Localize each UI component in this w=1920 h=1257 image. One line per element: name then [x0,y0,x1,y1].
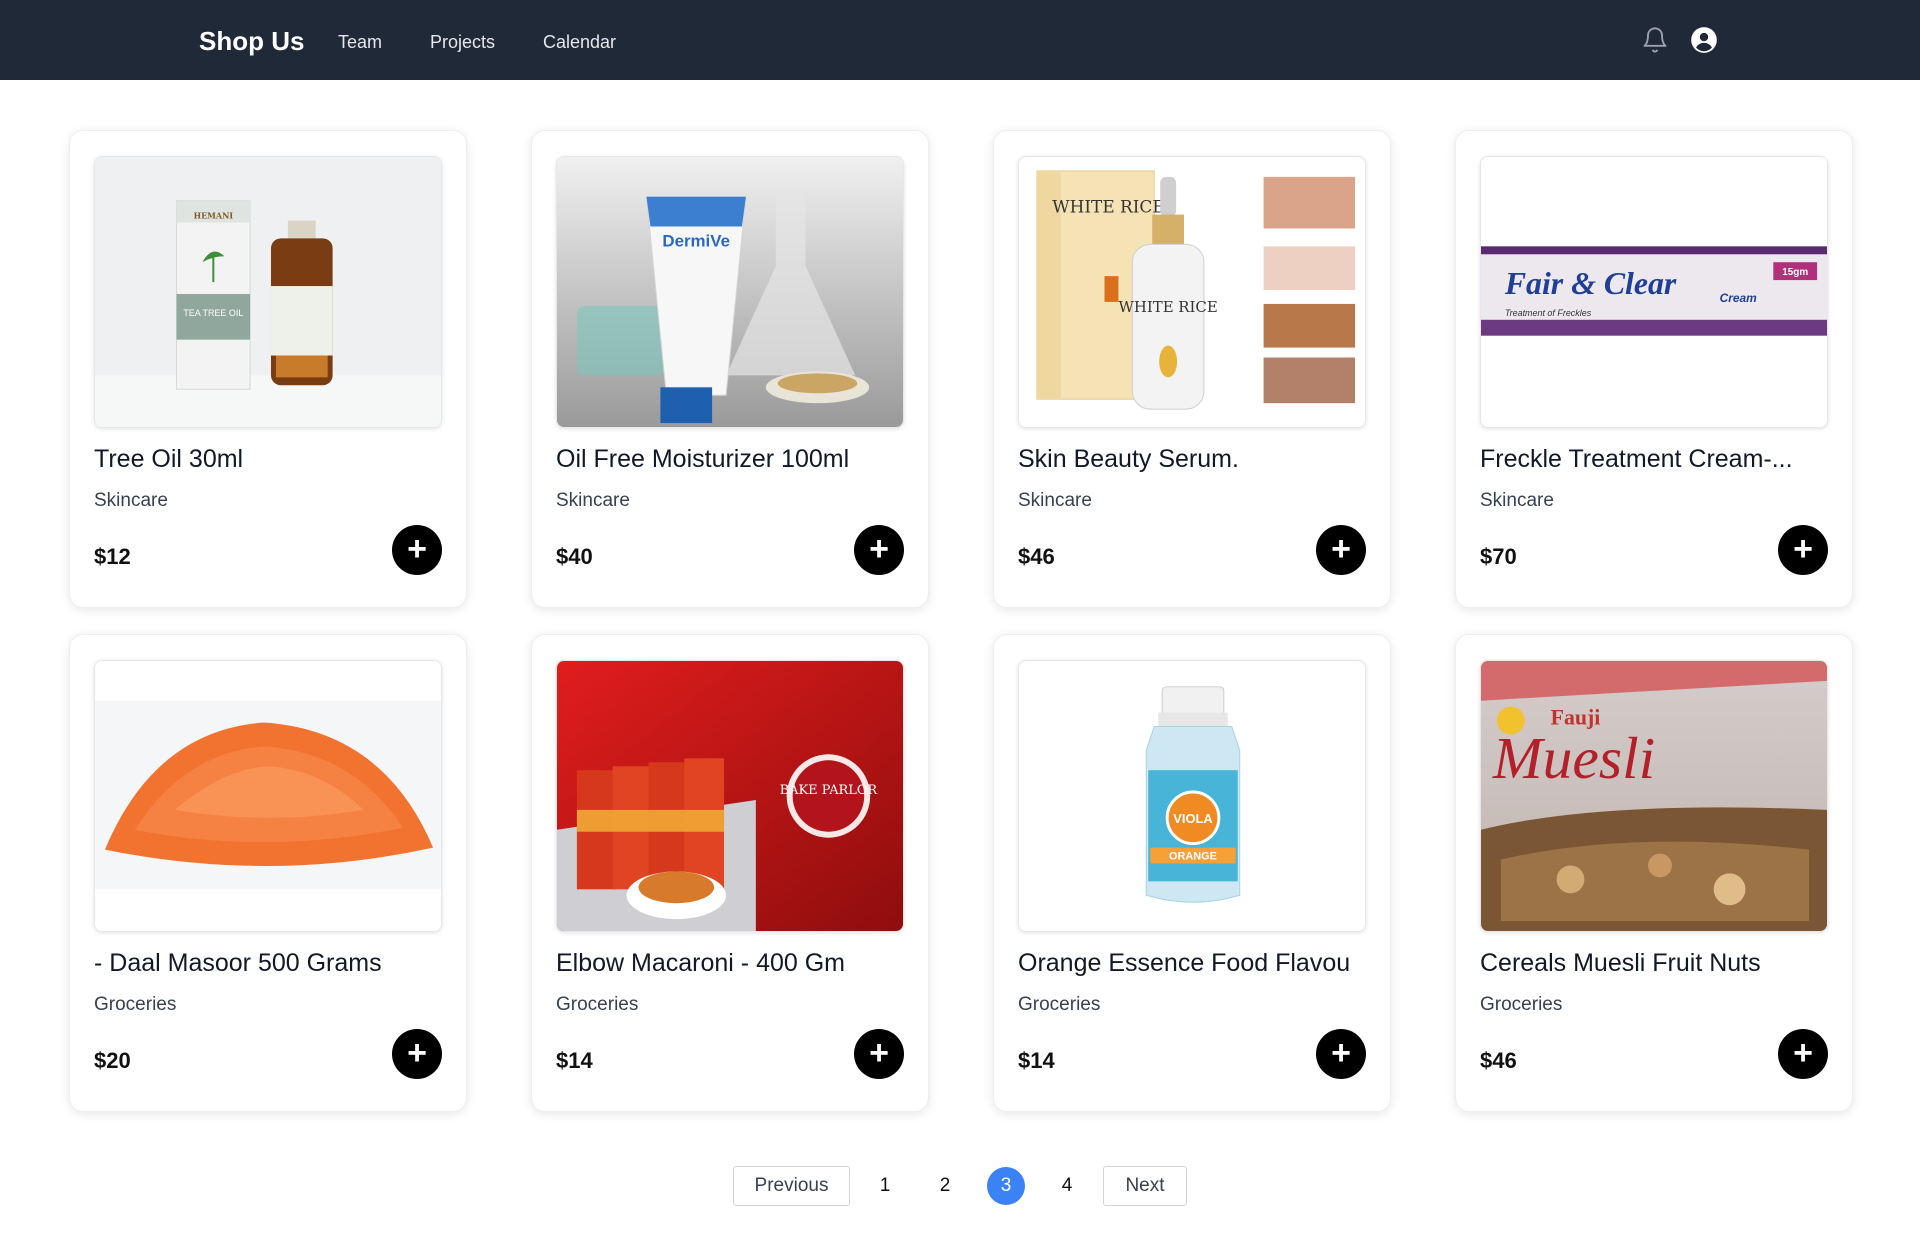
product-category: Skincare [1480,490,1554,511]
add-to-cart-button[interactable]: + [1316,1029,1366,1079]
product-title[interactable]: Elbow Macaroni - 400 Gm [556,947,906,979]
svg-text:WHITE RICE: WHITE RICE [1119,298,1218,316]
add-to-cart-button[interactable]: + [392,1029,442,1079]
svg-text:Muesli: Muesli [1492,725,1655,791]
product-card[interactable]: - Daal Masoor 500 Grams Groceries $20 + [69,634,467,1112]
product-price: $14 [1018,1048,1055,1073]
brand-logo[interactable]: Shop Us [199,24,304,58]
product-card[interactable]: WHITE RICE WHITE RICE Skin Beauty Serum.… [993,130,1391,608]
plus-icon: + [1331,529,1351,568]
product-price: $40 [556,544,593,569]
top-navbar: Shop Us Team Projects Calendar [0,0,1920,80]
product-card[interactable]: DermiVe Oil Free Moisturizer 100ml Skinc… [531,130,929,608]
product-card[interactable]: HEMANI TEA TREE OIL Tree Oil 30ml Skinca… [69,130,467,608]
product-image[interactable]: DermiVe [556,156,904,428]
product-title[interactable]: Oil Free Moisturizer 100ml [556,443,906,475]
add-to-cart-button[interactable]: + [854,1029,904,1079]
product-title[interactable]: Tree Oil 30ml [94,443,444,475]
product-category: Skincare [556,490,630,511]
plus-icon: + [407,1033,427,1072]
product-category: Groceries [556,994,639,1015]
product-image[interactable]: Fair & Clear Cream 15gm Treatment of Fre… [1480,156,1828,428]
page-1-link[interactable]: 1 [866,1167,904,1205]
product-image[interactable] [94,660,442,932]
pagination: Previous 1 2 3 4 Next [0,1166,1920,1208]
plus-icon: + [1793,1033,1813,1072]
product-price: $70 [1480,544,1517,569]
product-category: Groceries [1018,994,1101,1015]
product-category: Groceries [94,994,177,1015]
product-price: $14 [556,1048,593,1073]
add-to-cart-button[interactable]: + [1778,1029,1828,1079]
svg-text:HEMANI: HEMANI [194,212,234,221]
svg-text:WHITE RICE: WHITE RICE [1052,197,1164,217]
product-card[interactable]: BAKE PARLOR Elbow Macaroni - 400 Gm Groc… [531,634,929,1112]
next-page-button[interactable]: Next [1103,1166,1187,1206]
product-price: $12 [94,544,131,569]
product-category: Skincare [1018,490,1092,511]
product-category: Groceries [1480,994,1563,1015]
product-title[interactable]: Cereals Muesli Fruit Nuts [1480,947,1830,979]
nav-link-team[interactable]: Team [338,30,382,54]
product-card[interactable]: Fauji Muesli Cereals Muesli Fruit Nuts G… [1455,634,1853,1112]
svg-text:Cream: Cream [1720,291,1758,305]
add-to-cart-button[interactable]: + [1316,525,1366,575]
product-card[interactable]: Fair & Clear Cream 15gm Treatment of Fre… [1455,130,1853,608]
product-title[interactable]: Freckle Treatment Cream-... [1480,443,1830,475]
product-category: Skincare [94,490,168,511]
product-image[interactable]: WHITE RICE WHITE RICE [1018,156,1366,428]
add-to-cart-button[interactable]: + [854,525,904,575]
add-to-cart-button[interactable]: + [392,525,442,575]
product-title[interactable]: Skin Beauty Serum. [1018,443,1368,475]
user-circle-icon[interactable] [1690,26,1718,54]
product-title[interactable]: - Daal Masoor 500 Grams [94,947,444,979]
previous-page-button[interactable]: Previous [733,1166,850,1206]
svg-text:Treatment of Freckles: Treatment of Freckles [1505,308,1592,318]
svg-text:BAKE PARLOR: BAKE PARLOR [780,783,879,798]
product-grid: HEMANI TEA TREE OIL Tree Oil 30ml Skinca… [69,130,1853,1112]
product-title[interactable]: Orange Essence Food Flavou [1018,947,1368,979]
product-image[interactable]: Fauji Muesli [1480,660,1828,932]
page-3-link-current[interactable]: 3 [987,1167,1025,1205]
product-price: $20 [94,1048,131,1073]
nav-link-calendar[interactable]: Calendar [543,30,616,54]
svg-text:ORANGE: ORANGE [1169,851,1217,863]
plus-icon: + [1331,1033,1351,1072]
product-price: $46 [1018,544,1055,569]
svg-text:VIOLA: VIOLA [1173,811,1212,826]
product-price: $46 [1480,1048,1517,1073]
plus-icon: + [1793,529,1813,568]
svg-text:Fair & Clear: Fair & Clear [1504,266,1677,301]
page-4-link[interactable]: 4 [1048,1167,1086,1205]
page-2-link[interactable]: 2 [926,1167,964,1205]
add-to-cart-button[interactable]: + [1778,525,1828,575]
svg-text:TEA TREE OIL: TEA TREE OIL [183,308,243,318]
plus-icon: + [869,529,889,568]
product-image[interactable]: VIOLA ORANGE [1018,660,1366,932]
product-image[interactable]: BAKE PARLOR [556,660,904,932]
bell-icon[interactable] [1641,26,1669,54]
product-card[interactable]: VIOLA ORANGE Orange Essence Food Flavou … [993,634,1391,1112]
product-image[interactable]: HEMANI TEA TREE OIL [94,156,442,428]
svg-text:DermiVe: DermiVe [662,231,730,250]
plus-icon: + [407,529,427,568]
svg-text:15gm: 15gm [1782,267,1808,278]
nav-link-projects[interactable]: Projects [430,30,495,54]
plus-icon: + [869,1033,889,1072]
